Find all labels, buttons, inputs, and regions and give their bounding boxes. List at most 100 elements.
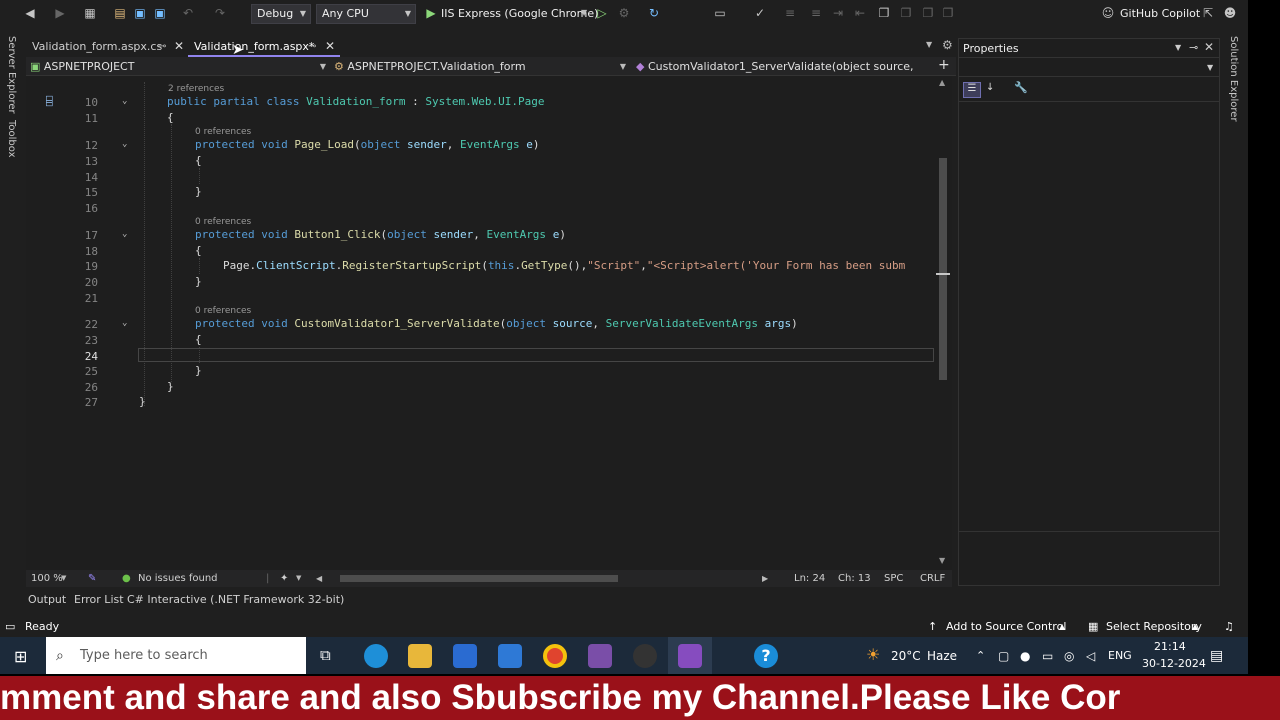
back-icon[interactable]: ◀ [22,5,38,21]
platform-select[interactable]: Any CPU ▼ [316,4,416,24]
configuration-select[interactable]: Debug ▼ [251,4,311,24]
vertical-scrollbar[interactable]: ▲ ▼ [936,78,950,568]
server-explorer-tab[interactable]: Server Explorer [6,36,17,114]
meet-icon[interactable]: ▢ [998,637,1009,675]
redo-icon[interactable]: ↷ [212,5,228,21]
chrome-icon[interactable] [543,644,567,668]
collapse-icon[interactable]: ⌄ [122,139,127,149]
project-dropdown[interactable]: ▣ ASPNETPROJECT ▼ [30,58,330,75]
bookmark-clear-icon[interactable]: ❐ [940,5,956,21]
taskbar-search-box[interactable]: ⌕ Type here to search [46,637,306,675]
class-dropdown[interactable]: ⚙ ASPNETPROJECT.Validation_form ▼ [334,58,630,75]
indent-icon[interactable]: ⇥ [830,5,846,21]
language-indicator[interactable]: ENG [1108,637,1132,675]
refresh-icon[interactable]: ↻ [646,5,662,21]
store-icon[interactable] [453,644,477,668]
bookmark-icon[interactable]: ❐ [876,5,892,21]
scrollbar-thumb[interactable] [939,158,947,380]
scroll-down-icon[interactable]: ▼ [939,556,945,565]
tab-csharp-interactive[interactable]: C# Interactive (.NET Framework 32-bit) [127,590,344,610]
pin-icon[interactable]: ⊸ [308,36,316,57]
microphone-icon[interactable]: ● [1020,637,1030,675]
tab-list-dropdown-icon[interactable]: ▼ [926,40,932,49]
tab-validation-form-cs[interactable]: Validation_form.aspx.cs ⊸ ✕ [26,36,188,57]
zoom-level[interactable]: 100 % [31,570,63,587]
codelens-references[interactable]: 0 references [195,306,251,316]
share-icon[interactable]: ⇱ [1200,5,1216,21]
task-view-icon[interactable]: ⧉ [320,646,331,664]
align-icon[interactable]: ≡ [782,5,798,21]
pin-icon[interactable]: ⊸ [1189,41,1198,54]
align-2-icon[interactable]: ≡ [808,5,824,21]
add-to-source-control-button[interactable]: Add to Source Control [946,617,1066,637]
save-all-icon[interactable]: ▣ [152,5,168,21]
close-icon[interactable]: ✕ [174,36,184,57]
object-selector[interactable]: ▼ [959,59,1219,77]
alphabetical-icon[interactable]: ↓ [986,82,994,93]
spellcheck-icon[interactable]: ✓ [752,5,768,21]
line-ending[interactable]: CRLF [920,570,945,587]
scroll-left-icon[interactable]: ◀ [316,570,322,587]
split-add-icon[interactable]: + [938,57,950,73]
undo-icon[interactable]: ↶ [180,5,196,21]
tab-error-list[interactable]: Error List [74,590,124,610]
start-without-debug-icon[interactable]: ▷ [594,5,610,21]
outdent-icon[interactable]: ⇤ [852,5,868,21]
file-explorer-icon[interactable] [408,644,432,668]
collapse-icon[interactable]: ⌄ [122,229,127,239]
start-debug-icon[interactable]: ▶ [423,5,439,21]
app-2-icon[interactable] [633,644,657,668]
codelens-references[interactable]: 0 references [195,127,251,137]
clock-date[interactable]: 30-12-2024 [1142,657,1206,670]
chevron-down-icon[interactable]: ▼ [581,8,587,17]
network-icon[interactable]: ◎ [1064,637,1074,675]
copilot-status-icon[interactable]: ✎ [88,570,96,587]
code-editor[interactable]: ⌸ 10 11 12 13 14 15 16 17 18 19 20 21 22… [26,76,952,570]
notification-icon[interactable]: ▤ [1210,637,1223,675]
clock-time[interactable]: 21:14 [1154,640,1186,653]
select-repository-button[interactable]: Select Repository [1106,617,1202,637]
notification-bell-icon[interactable]: ♫ [1224,617,1234,637]
settings-icon[interactable]: ⚙ [942,38,953,52]
chevron-up-icon[interactable]: ⌃ [976,637,985,675]
scroll-up-icon[interactable]: ▲ [939,78,945,87]
copilot-button[interactable]: GitHub Copilot [1120,7,1200,20]
new-project-icon[interactable]: ▦ [82,5,98,21]
horizontal-scrollbar-thumb[interactable] [340,575,618,582]
feedback-icon[interactable]: ☻ [1222,5,1238,21]
bookmark-next-icon[interactable]: ❐ [920,5,936,21]
app-icon[interactable] [588,644,612,668]
open-folder-icon[interactable]: ▤ [112,5,128,21]
whitespace-mode[interactable]: SPC [884,570,903,587]
layout-icon[interactable]: ▭ [712,5,728,21]
codelens-references[interactable]: 0 references [195,217,251,227]
close-icon[interactable]: ✕ [325,36,335,57]
windows-start-icon[interactable]: ⊞ [14,647,27,666]
forward-icon[interactable]: ▶ [52,5,68,21]
tab-output[interactable]: Output [28,590,66,610]
line-position[interactable]: Ln: 24 [794,570,825,587]
volume-icon[interactable]: ◁ [1086,637,1095,675]
chevron-down-icon[interactable]: ▼ [296,570,301,587]
battery-icon[interactable]: ▭ [1042,637,1053,675]
column-position[interactable]: Ch: 13 [838,570,871,587]
toolbox-tab[interactable]: Toolbox [6,120,17,158]
close-icon[interactable]: ✕ [1204,40,1214,54]
solution-explorer-tab[interactable]: Solution Explorer [1228,36,1239,122]
collapse-icon[interactable]: ⌄ [122,318,127,328]
member-dropdown[interactable]: ◆ CustomValidator1_ServerValidate(object… [636,58,936,75]
attach-icon[interactable]: ⚙ [616,5,632,21]
weather-temperature[interactable]: 20°C [891,637,921,675]
weather-description[interactable]: Haze [927,637,957,675]
pin-icon[interactable]: ⊸ [158,36,166,57]
edge-icon[interactable] [364,644,388,668]
tab-validation-form-aspx[interactable]: Validation_form.aspx* ⊸ ✕ [188,36,340,57]
cleanup-icon[interactable]: ✦ [280,570,288,587]
mail-icon[interactable] [498,644,522,668]
visual-studio-icon[interactable] [678,644,702,668]
collapse-icon[interactable]: ⌄ [122,96,127,106]
chevron-down-icon[interactable]: ▼ [1175,43,1181,52]
scroll-right-icon[interactable]: ▶ [762,570,768,587]
bookmark-prev-icon[interactable]: ❐ [898,5,914,21]
save-icon[interactable]: ▣ [132,5,148,21]
